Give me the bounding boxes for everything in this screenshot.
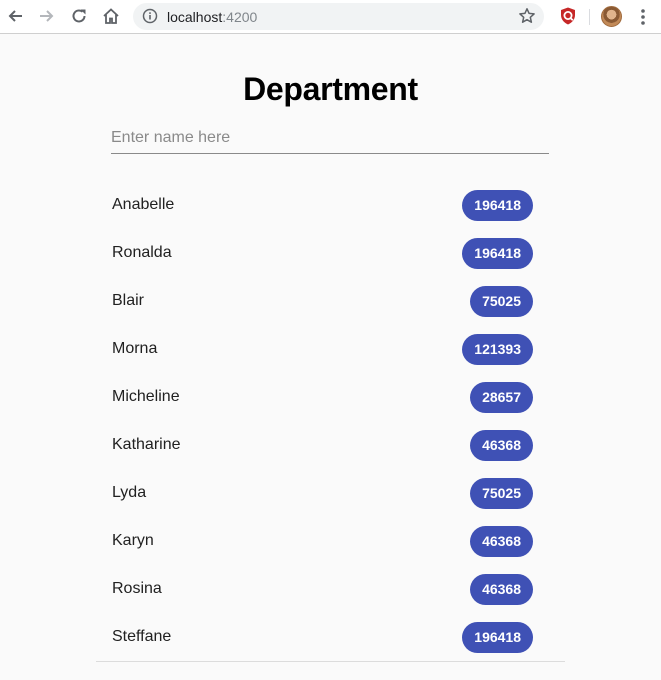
employee-list: Anabelle 196418 Ronalda 196418 Blair 750…: [96, 181, 565, 662]
employee-name: Lyda: [112, 484, 147, 501]
profile-avatar[interactable]: [601, 6, 622, 27]
browser-toolbar: localhost:4200: [0, 0, 661, 34]
value-badge: 75025: [470, 478, 533, 509]
back-button[interactable]: [4, 5, 26, 27]
employee-name: Micheline: [112, 388, 180, 405]
employee-name: Katharine: [112, 436, 181, 453]
list-item[interactable]: Ronalda 196418: [96, 229, 565, 277]
list-item[interactable]: Rosina 46368: [96, 565, 565, 613]
value-badge: 196418: [462, 622, 533, 653]
home-button[interactable]: [100, 5, 122, 27]
list-item[interactable]: Karyn 46368: [96, 517, 565, 565]
list-item[interactable]: Katharine 46368: [96, 421, 565, 469]
value-badge: 196418: [462, 238, 533, 269]
employee-name: Karyn: [112, 532, 154, 549]
value-badge: 121393: [462, 334, 533, 365]
employee-name: Blair: [112, 292, 145, 309]
list-item[interactable]: Morna 121393: [96, 325, 565, 373]
employee-name: Ronalda: [112, 244, 172, 261]
info-icon[interactable]: [142, 8, 158, 24]
list-item[interactable]: Lyda 75025: [96, 469, 565, 517]
value-badge: 196418: [462, 190, 533, 221]
url-host: localhost: [167, 9, 223, 25]
page-title: Department: [243, 71, 418, 107]
list-item[interactable]: Steffane 196418: [96, 613, 565, 661]
address-bar[interactable]: localhost:4200: [133, 3, 544, 30]
star-icon[interactable]: [518, 7, 536, 25]
list-item[interactable]: Anabelle 196418: [96, 181, 565, 229]
url-text: localhost:4200: [167, 9, 257, 25]
url-port: :4200: [222, 9, 258, 25]
reload-icon: [72, 9, 86, 23]
extension-icon[interactable]: [558, 6, 578, 26]
toolbar-divider: [589, 9, 590, 25]
kebab-menu-icon[interactable]: [636, 6, 650, 28]
list-item[interactable]: Blair 75025: [96, 277, 565, 325]
value-badge: 46368: [470, 574, 533, 605]
employee-name: Morna: [112, 340, 158, 357]
value-badge: 46368: [470, 430, 533, 461]
employee-name: Anabelle: [112, 196, 175, 213]
reload-button[interactable]: [68, 5, 90, 27]
employee-name: Steffane: [112, 628, 172, 645]
value-badge: 28657: [470, 382, 533, 413]
value-badge: 46368: [470, 526, 533, 557]
forward-button[interactable]: [36, 5, 58, 27]
name-search-input[interactable]: [111, 123, 549, 154]
arrow-left-icon: [8, 10, 22, 22]
arrow-right-icon: [40, 10, 54, 22]
value-badge: 75025: [470, 286, 533, 317]
employee-name: Rosina: [112, 580, 162, 597]
home-icon: [103, 8, 119, 24]
list-item[interactable]: Micheline 28657: [96, 373, 565, 421]
